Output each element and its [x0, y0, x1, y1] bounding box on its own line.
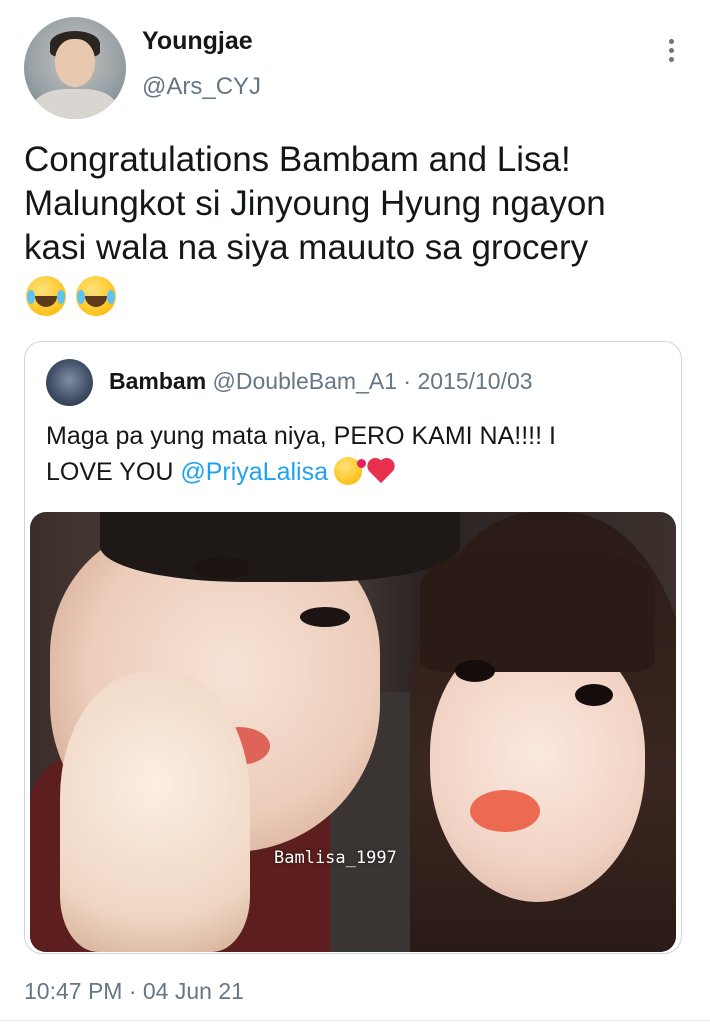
meta-separator: · — [403, 368, 412, 394]
tweet-text: Congratulations Bambam and Lisa! Malungk… — [24, 138, 694, 270]
photo-watermark: Bamlisa_1997 — [274, 848, 397, 868]
face-blowing-kiss-icon — [333, 457, 366, 485]
quoted-tweet[interactable]: Bambam @DoubleBam_A1 · 2015/10/03 Maga p… — [24, 341, 682, 954]
tweet-text-line: kasi wala na siya mauuto sa grocery — [24, 228, 589, 267]
tweet-timestamp[interactable]: 10:47 PM · 04 Jun 21 — [24, 978, 244, 1005]
author-handle[interactable]: @Ars_CYJ — [142, 73, 261, 101]
tweet-emojis — [26, 276, 122, 318]
quoted-tweet-date: 2015/10/03 — [417, 368, 533, 394]
face-with-tears-of-joy-icon — [76, 276, 117, 316]
tweet-text-line: Malungkot si Jinyoung Hyung ngayon — [24, 184, 606, 223]
quoted-text-prefix: LOVE YOU — [46, 458, 181, 486]
quoted-author-avatar[interactable] — [46, 359, 93, 406]
author-avatar[interactable] — [24, 17, 126, 119]
quoted-tweet-meta: Bambam @DoubleBam_A1 · 2015/10/03 — [109, 368, 533, 395]
quoted-tweet-text: Maga pa yung mata niya, PERO KAMI NA!!!!… — [46, 418, 666, 490]
tweet-header: Youngjae @Ars_CYJ — [24, 17, 686, 121]
mention-link[interactable]: @PriyaLalisa — [180, 458, 328, 486]
divider — [0, 1020, 710, 1021]
tweet-text-line: Congratulations Bambam and Lisa! — [24, 140, 571, 179]
face-with-tears-of-joy-icon — [26, 276, 66, 316]
quoted-tweet-photo[interactable]: Bamlisa_1997 — [30, 512, 676, 952]
author-name[interactable]: Youngjae — [142, 27, 253, 56]
more-options-icon[interactable] — [666, 39, 676, 67]
quoted-text-line: Maga pa yung mata niya, PERO KAMI NA!!!!… — [46, 422, 556, 450]
red-heart-icon — [366, 457, 396, 483]
quoted-author-handle[interactable]: @DoubleBam_A1 — [213, 368, 397, 394]
quoted-author-name[interactable]: Bambam — [109, 368, 206, 394]
